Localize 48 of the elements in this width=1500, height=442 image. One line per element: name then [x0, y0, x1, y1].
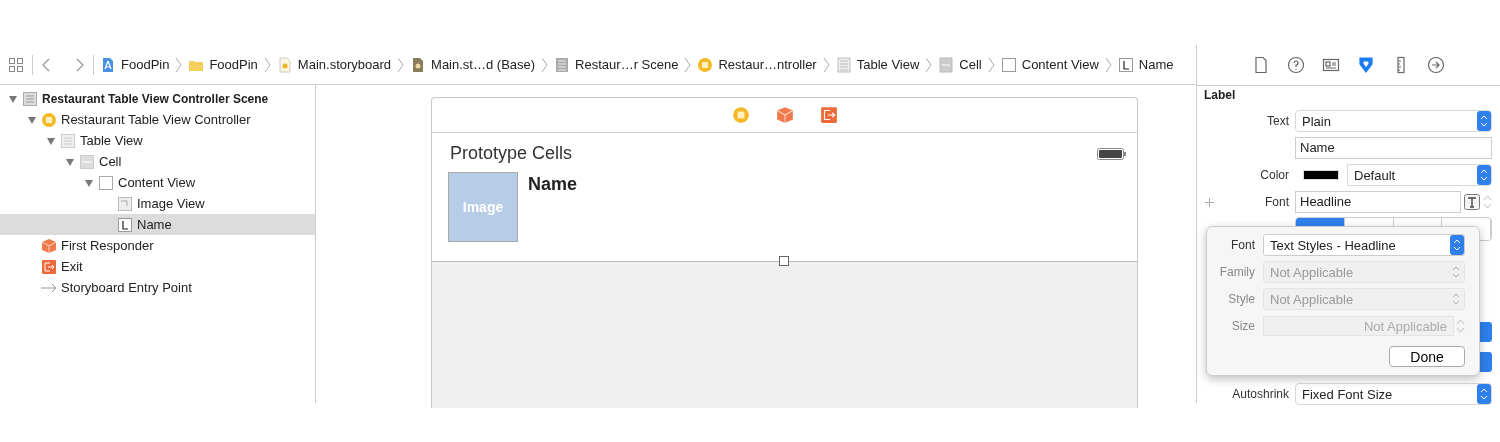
field-label: Family	[1218, 265, 1255, 279]
outline-label: Restaurant Table View Controller	[61, 112, 251, 127]
outline-row[interactable]: Table View	[0, 130, 315, 151]
popup-button[interactable]: Fixed Font Size	[1295, 383, 1492, 405]
outline-row[interactable]: Content View	[0, 172, 315, 193]
outline-row[interactable]: Image View	[0, 193, 315, 214]
breadcrumb-item[interactable]: Cell	[959, 57, 982, 72]
outline-label: Exit	[61, 259, 83, 274]
outline-row[interactable]: Name	[0, 214, 315, 235]
section-title: Prototype Cells	[450, 143, 573, 164]
outline-row[interactable]: Restaurant Table View Controller	[0, 109, 315, 130]
field-label: Font	[1264, 195, 1289, 209]
breadcrumb-item[interactable]: Main.storyboard	[297, 57, 392, 72]
outline-label: Cell	[99, 154, 122, 169]
outline-label: First Responder	[61, 238, 154, 253]
field-label: Font	[1230, 238, 1255, 252]
outline-row[interactable]: Exit	[0, 256, 315, 277]
outline-row[interactable]: Cell	[0, 151, 315, 172]
outline-label: Restaurant Table View Controller Scene	[42, 91, 269, 106]
outline-row[interactable]: First Responder	[0, 235, 315, 256]
color-popup[interactable]: Default	[1347, 164, 1492, 186]
text-field[interactable]: Name	[1295, 137, 1492, 159]
field-label: Size	[1230, 319, 1255, 333]
popup-button[interactable]: Plain	[1295, 110, 1492, 132]
outline-row[interactable]: Storyboard Entry Point	[0, 277, 315, 298]
field-label: Color	[1259, 168, 1289, 182]
field-label: Style	[1227, 292, 1255, 306]
outline-label: Name	[137, 217, 172, 232]
field-label: Autoshrink	[1231, 387, 1289, 401]
outline-row[interactable]: Restaurant Table View Controller Scene	[0, 88, 315, 109]
popup-button[interactable]: Text Styles - Headline	[1263, 234, 1465, 256]
name-label[interactable]: Name	[528, 172, 578, 242]
breadcrumb-item[interactable]: Main.st…d (Base)	[431, 57, 536, 72]
outline-label: Content View	[118, 175, 196, 190]
breadcrumb-item[interactable]: Table View	[856, 57, 920, 72]
breadcrumb-item[interactable]: Name	[1138, 57, 1174, 72]
outline-label: Image View	[137, 196, 205, 211]
section-header: Label	[1203, 87, 1237, 104]
breadcrumb-item[interactable]: Restaur…r Scene	[575, 57, 679, 72]
font-field[interactable]: Headline	[1295, 191, 1461, 213]
breadcrumb-item[interactable]: Restaur…ntroller	[718, 57, 817, 72]
outline-label: Table View	[80, 133, 143, 148]
breadcrumb-item[interactable]: FoodPin	[209, 57, 258, 72]
breadcrumb-item[interactable]: Content View	[1021, 57, 1099, 72]
field-label: Text	[1266, 114, 1289, 128]
done-button[interactable]: Done	[1389, 346, 1465, 367]
breadcrumb-item[interactable]: FoodPin	[121, 57, 170, 72]
outline-label: Storyboard Entry Point	[61, 280, 192, 295]
